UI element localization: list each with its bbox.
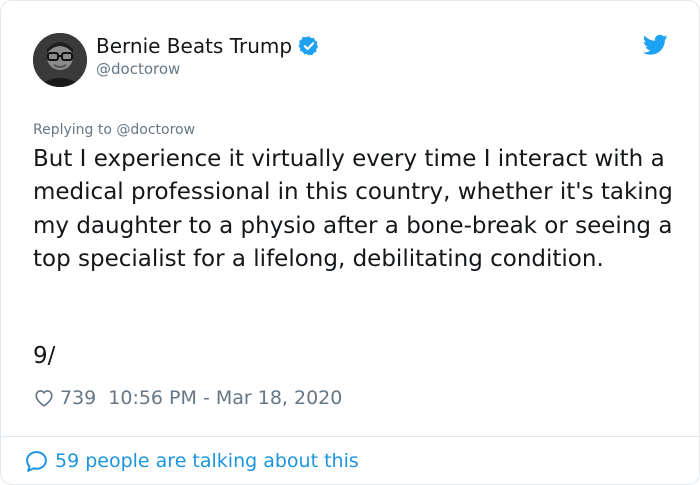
tweet-timestamp[interactable]: 10:56 PM - Mar 18, 2020 <box>108 385 342 411</box>
tweet-embed-card: Bernie Beats Trump @doctorow Replying to… <box>0 0 700 485</box>
author-display-name[interactable]: Bernie Beats Trump <box>96 32 292 60</box>
reply-context[interactable]: Replying to @doctorow <box>33 120 195 140</box>
avatar-photo <box>33 33 87 87</box>
heart-icon <box>33 387 55 409</box>
author-avatar[interactable] <box>33 33 87 87</box>
tweet-text: But I experience it virtually every time… <box>33 146 681 272</box>
conversation-label: 59 people are talking about this <box>55 450 359 472</box>
author-name-row: Bernie Beats Trump <box>96 32 320 60</box>
twitter-bird-icon[interactable] <box>642 34 668 56</box>
verified-badge-icon <box>298 35 320 57</box>
speech-bubble-icon <box>24 449 49 474</box>
tweet-meta-row: 739 10:56 PM - Mar 18, 2020 <box>33 385 342 411</box>
footer-divider <box>1 436 699 437</box>
conversation-link[interactable]: 59 people are talking about this <box>24 447 359 475</box>
like-button[interactable]: 739 <box>33 385 96 411</box>
thread-number: 9/ <box>33 343 56 369</box>
like-count: 739 <box>60 387 97 409</box>
author-handle[interactable]: @doctorow <box>96 59 180 79</box>
